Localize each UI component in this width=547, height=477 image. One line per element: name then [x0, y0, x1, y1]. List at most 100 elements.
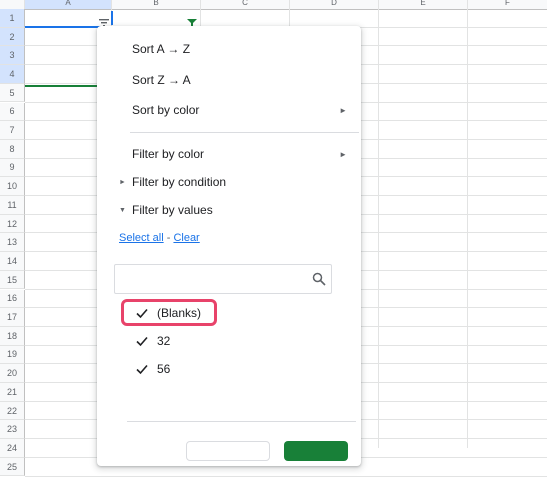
- grid-line: [25, 475, 547, 477]
- cancel-button[interactable]: [186, 441, 270, 461]
- submenu-arrow-icon: ►: [339, 149, 347, 159]
- menu-item-filter-by-condition[interactable]: ► Filter by condition: [97, 168, 361, 196]
- row-header-label: 6: [9, 106, 15, 117]
- row-header-label: 20: [6, 368, 17, 379]
- clear-link[interactable]: Clear: [173, 232, 199, 244]
- column-header-a[interactable]: A: [25, 0, 112, 10]
- row-header-label: 10: [6, 181, 17, 192]
- menu-item-sort-z-a[interactable]: Sort Z → A: [97, 66, 361, 94]
- row-header[interactable]: 24: [0, 439, 25, 458]
- row-header[interactable]: 19: [0, 345, 25, 365]
- row-header[interactable]: 3: [0, 46, 25, 66]
- menu-item-label: Sort A → Z: [132, 42, 191, 56]
- row-header-label: 13: [6, 237, 17, 248]
- row-header-label: 5: [9, 87, 15, 98]
- row-header[interactable]: 12: [0, 214, 25, 234]
- cell-cursor: [111, 11, 113, 25]
- menu-item-label: Filter by values: [132, 203, 213, 217]
- row-header-label: 11: [7, 199, 17, 210]
- grid-line: [378, 9, 379, 448]
- row-header[interactable]: 15: [0, 270, 25, 290]
- column-header-label: D: [331, 0, 337, 7]
- value-item-56[interactable]: 56: [135, 359, 170, 379]
- menu-item-label: Filter by condition: [132, 175, 227, 189]
- row-header-label: 7: [9, 125, 15, 136]
- menu-item-filter-by-values[interactable]: ▼ Filter by values: [97, 196, 361, 224]
- row-header[interactable]: 17: [0, 308, 25, 327]
- row-header-label: 1: [9, 12, 15, 23]
- checkmark-icon: [135, 362, 149, 376]
- row-header[interactable]: 22: [0, 401, 25, 421]
- row-header[interactable]: 2: [0, 27, 25, 47]
- filter-active-icon-column-b[interactable]: [187, 14, 197, 27]
- menu-item-sort-by-color[interactable]: Sort by color ►: [97, 96, 361, 124]
- row-header-label: 25: [6, 461, 17, 472]
- ok-button[interactable]: [284, 441, 348, 461]
- column-header-label: B: [153, 0, 159, 7]
- row-header[interactable]: 11: [0, 196, 25, 215]
- column-header-label: A: [65, 0, 71, 7]
- column-header-label: F: [505, 0, 510, 7]
- row-header-label: 17: [6, 312, 17, 323]
- filter-dropdown-menu: Sort A → Z Sort Z → A Sort by color ► Fil…: [97, 26, 361, 466]
- values-search-input[interactable]: [114, 264, 332, 294]
- row-header-label: 4: [9, 68, 15, 79]
- column-header-label: C: [242, 0, 248, 7]
- row-header[interactable]: 14: [0, 252, 25, 271]
- row-header[interactable]: 18: [0, 326, 25, 346]
- row-header-label: 8: [9, 143, 15, 154]
- row-header-label: 23: [6, 424, 17, 435]
- column-header-c[interactable]: C: [201, 0, 290, 10]
- column-header-f[interactable]: F: [468, 0, 547, 10]
- row-header[interactable]: 5: [0, 83, 25, 103]
- row-header[interactable]: 20: [0, 364, 25, 383]
- selected-range-border: [25, 85, 97, 87]
- row-header-label: 14: [6, 255, 17, 266]
- column-header-d[interactable]: D: [290, 0, 379, 10]
- row-header[interactable]: 4: [0, 65, 25, 84]
- value-item-label: 32: [157, 334, 171, 348]
- row-header[interactable]: 21: [0, 383, 25, 402]
- row-header-label: 21: [6, 386, 17, 397]
- menu-item-label: Sort Z → A: [132, 73, 191, 87]
- row-header[interactable]: 9: [0, 158, 25, 178]
- menu-divider: [130, 132, 359, 133]
- row-header-label: 18: [6, 330, 17, 341]
- submenu-arrow-icon: ►: [339, 105, 347, 115]
- row-header-label: 3: [9, 50, 15, 61]
- row-header-label: 2: [9, 31, 15, 42]
- row-header[interactable]: 10: [0, 177, 25, 196]
- expand-right-icon: ►: [119, 178, 126, 186]
- row-header[interactable]: 8: [0, 139, 25, 159]
- column-header-e[interactable]: E: [379, 0, 468, 10]
- highlight-box: [121, 299, 217, 326]
- row-header-label: 22: [6, 405, 17, 416]
- select-links: Select all - Clear: [119, 232, 200, 244]
- row-header[interactable]: 7: [0, 121, 25, 140]
- row-header-label: 16: [6, 293, 17, 304]
- search-icon: [312, 272, 326, 286]
- row-header[interactable]: 1: [0, 9, 25, 28]
- row-header[interactable]: 13: [0, 233, 25, 253]
- grid-line: [467, 9, 468, 448]
- column-header-label: E: [420, 0, 426, 7]
- checkmark-icon: [135, 334, 149, 348]
- row-header[interactable]: 6: [0, 102, 25, 122]
- menu-item-filter-by-color[interactable]: Filter by color ►: [97, 140, 361, 168]
- row-header-label: 19: [6, 349, 17, 360]
- menu-item-label: Sort by color: [132, 103, 200, 117]
- select-all-link[interactable]: Select all: [119, 232, 164, 244]
- filter-icon-column-a[interactable]: [99, 14, 109, 27]
- menu-item-label: Filter by color: [132, 147, 205, 161]
- value-item-label: 56: [157, 362, 171, 376]
- link-separator: -: [166, 232, 171, 244]
- column-header-b[interactable]: B: [112, 0, 201, 10]
- row-header[interactable]: 16: [0, 289, 25, 309]
- row-header[interactable]: 25: [0, 457, 25, 477]
- row-header-label: 9: [9, 162, 15, 173]
- row-header[interactable]: 23: [0, 420, 25, 440]
- value-item-32[interactable]: 32: [135, 331, 170, 351]
- menu-item-sort-a-z[interactable]: Sort A → Z: [97, 35, 361, 63]
- row-header-label: 15: [6, 274, 17, 285]
- menu-divider: [127, 421, 356, 422]
